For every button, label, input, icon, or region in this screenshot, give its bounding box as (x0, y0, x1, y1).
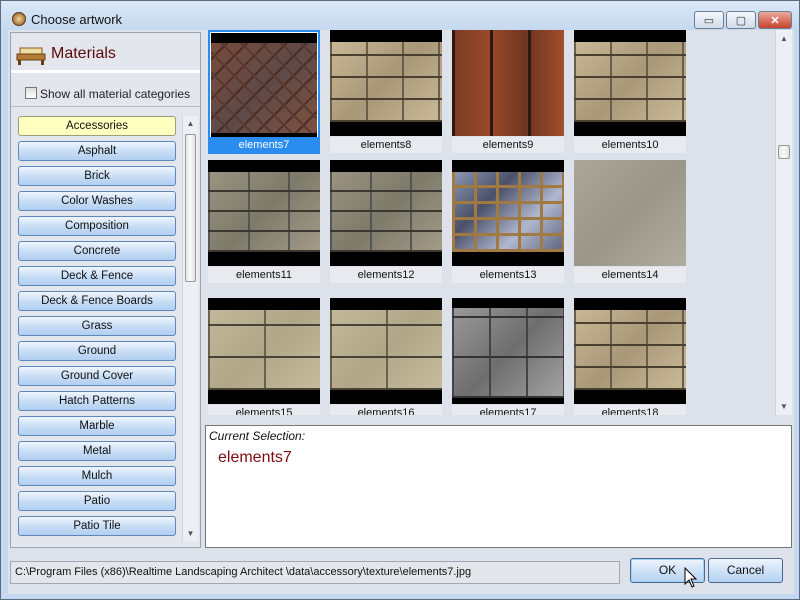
artwork-thumbnail[interactable]: elements16 (330, 298, 442, 415)
thumbnail-label: elements11 (208, 267, 320, 283)
thumbnail-label: elements17 (452, 405, 564, 415)
materials-panel: Materials Show all material categories A… (10, 32, 201, 548)
current-selection-panel: Current Selection: elements7 (205, 425, 792, 548)
scroll-up-icon[interactable]: ▲ (183, 119, 198, 128)
sofa-icon (16, 47, 46, 65)
thumbnail-image (452, 160, 564, 266)
thumbnail-label: elements7 (208, 137, 320, 153)
thumbnail-label: elements16 (330, 405, 442, 415)
scroll-thumb[interactable] (778, 145, 790, 159)
category-accessories[interactable]: Accessories (18, 116, 176, 136)
file-path-field: C:\Program Files (x86)\Realtime Landscap… (10, 561, 620, 584)
category-list: Accessories Asphalt Brick Color Washes Compo… (18, 116, 178, 541)
maximize-button[interactable]: ▢ (726, 11, 756, 29)
artwork-thumbnail[interactable]: elements8 (330, 30, 442, 154)
category-concrete[interactable]: Concrete (18, 241, 176, 261)
artwork-thumbnail[interactable]: elements14 (574, 160, 686, 284)
category-ground[interactable]: Ground (18, 341, 176, 361)
artwork-thumbnail[interactable]: elements17 (452, 298, 564, 415)
category-deck-fence[interactable]: Deck & Fence (18, 266, 176, 286)
category-marble[interactable]: Marble (18, 416, 176, 436)
thumbnail-image (208, 160, 320, 266)
thumbnail-label: elements14 (574, 267, 686, 283)
materials-header: Materials (11, 33, 200, 73)
artwork-thumbnail[interactable]: elements18 (574, 298, 686, 415)
thumbnail-image (330, 30, 442, 136)
current-selection-value: elements7 (218, 449, 292, 466)
show-all-checkbox[interactable] (25, 87, 37, 99)
category-patio[interactable]: Patio (18, 491, 176, 511)
category-patio-tile[interactable]: Patio Tile (18, 516, 176, 536)
artwork-thumbnail[interactable]: elements10 (574, 30, 686, 154)
category-composition[interactable]: Composition (18, 216, 176, 236)
thumbnail-label: elements15 (208, 405, 320, 415)
category-metal[interactable]: Metal (18, 441, 176, 461)
thumbnail-image (330, 160, 442, 266)
window-title: Choose artwork (31, 12, 123, 27)
scroll-up-icon[interactable]: ▲ (776, 34, 792, 43)
category-brick[interactable]: Brick (18, 166, 176, 186)
category-deck-fence-boards[interactable]: Deck & Fence Boards (18, 291, 176, 311)
thumbnail-image (210, 32, 318, 138)
category-grass[interactable]: Grass (18, 316, 176, 336)
category-asphalt[interactable]: Asphalt (18, 141, 176, 161)
artwork-thumbnail[interactable]: elements15 (208, 298, 320, 415)
cancel-button[interactable]: Cancel (708, 558, 783, 583)
category-ground-cover[interactable]: Ground Cover (18, 366, 176, 386)
current-selection-label: Current Selection: (209, 429, 306, 443)
category-hatch-patterns[interactable]: Hatch Patterns (18, 391, 176, 411)
thumbnail-image (574, 30, 686, 136)
thumbnail-image (208, 298, 320, 404)
show-all-label[interactable]: Show all material categories (40, 87, 190, 101)
artwork-thumbnail[interactable]: elements7 (208, 30, 320, 154)
artwork-thumbnail[interactable]: elements12 (330, 160, 442, 284)
grid-scrollbar[interactable]: ▲ ▼ (775, 30, 792, 415)
thumbnail-image (574, 160, 686, 266)
thumbnail-label: elements13 (452, 267, 564, 283)
thumbnail-image (452, 298, 564, 404)
thumbnail-image (574, 298, 686, 404)
close-button[interactable]: ✕ (758, 11, 792, 29)
category-scrollbar[interactable]: ▲ ▼ (182, 116, 198, 541)
thumbnail-label: elements9 (452, 137, 564, 153)
mouse-cursor-icon (684, 567, 698, 588)
artwork-grid: ▲ ▼ elements7 elements8 elements9 elements1… (205, 30, 792, 415)
materials-title: Materials (51, 45, 116, 62)
thumbnail-image (452, 30, 564, 136)
thumbnail-label: elements18 (574, 405, 686, 415)
category-mulch[interactable]: Mulch (18, 466, 176, 486)
app-icon (12, 12, 26, 26)
scroll-down-icon[interactable]: ▼ (776, 402, 792, 411)
thumbnail-label: elements10 (574, 137, 686, 153)
minimize-button[interactable]: ▭ (694, 11, 724, 29)
artwork-thumbnail[interactable]: elements11 (208, 160, 320, 284)
thumbnail-image (330, 298, 442, 404)
scroll-thumb[interactable] (185, 134, 196, 282)
artwork-thumbnail[interactable]: elements9 (452, 30, 564, 154)
thumbnail-label: elements12 (330, 267, 442, 283)
artwork-thumbnail[interactable]: elements13 (452, 160, 564, 284)
scroll-down-icon[interactable]: ▼ (183, 529, 198, 538)
thumbnail-label: elements8 (330, 137, 442, 153)
category-color-washes[interactable]: Color Washes (18, 191, 176, 211)
